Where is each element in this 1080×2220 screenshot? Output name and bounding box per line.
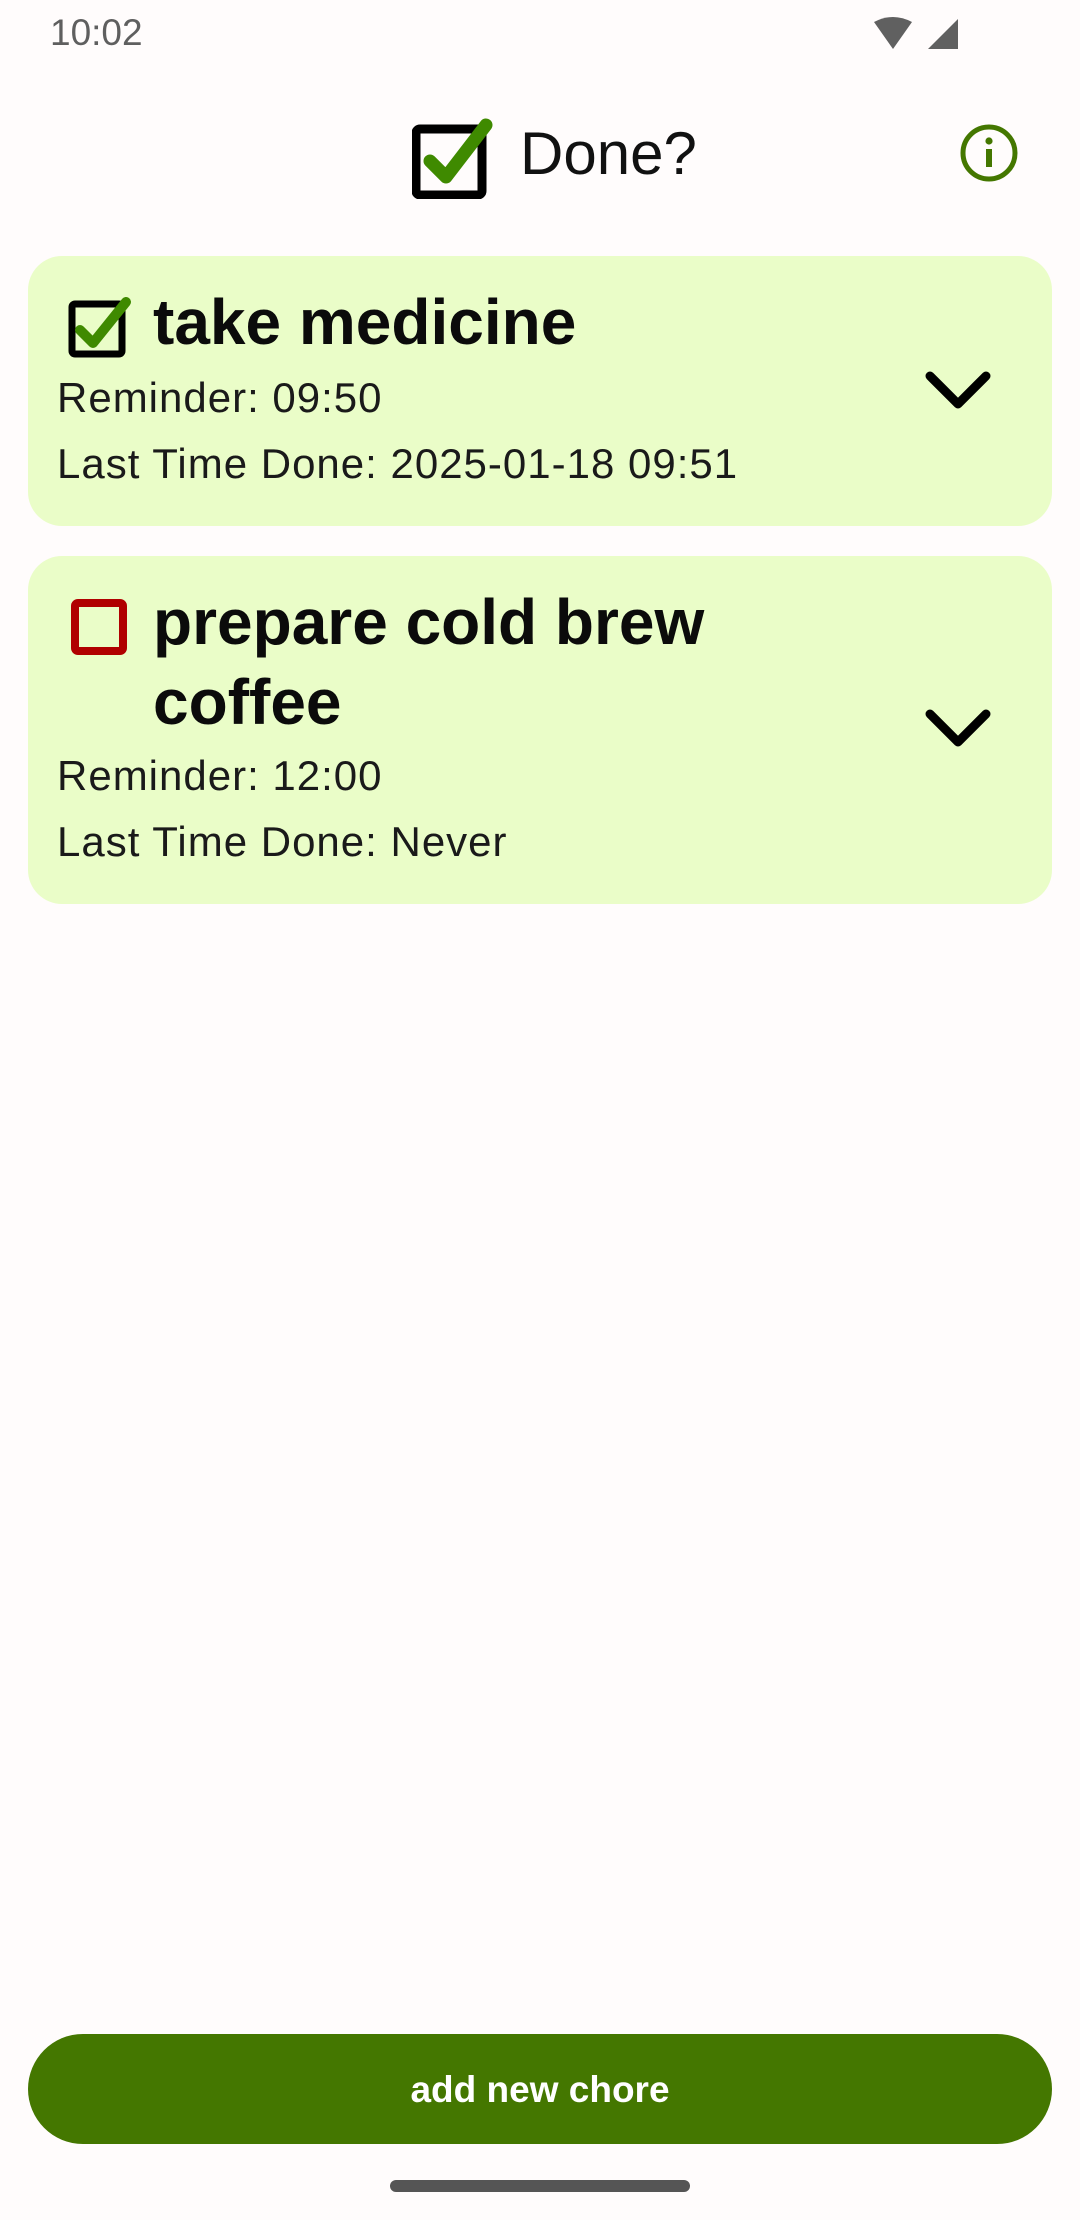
screen: 10:02 Done? take medicine Reminder: 09:5… (0, 0, 1080, 2220)
chore-card[interactable]: take medicine Reminder: 09:50 Last Time … (28, 256, 1052, 526)
chevron-down-icon[interactable] (916, 362, 1000, 422)
chore-reminder: Reminder: 09:50 (57, 374, 383, 421)
chore-last-done: Last Time Done: 2025-01-18 09:51 (57, 440, 739, 487)
checked-box-icon (412, 118, 493, 199)
status-bar: 10:02 (0, 0, 1080, 70)
chore-reminder: Reminder: 12:00 (57, 752, 383, 799)
status-icons (872, 16, 962, 52)
chore-title: take medicine (153, 286, 577, 358)
home-indicator[interactable] (390, 2180, 690, 2192)
chevron-down-icon[interactable] (916, 700, 1000, 760)
info-icon[interactable] (958, 122, 1020, 184)
page-title: Done? (520, 120, 697, 187)
checked-box-icon[interactable] (66, 294, 132, 360)
add-new-chore-button[interactable]: add new chore (28, 2034, 1052, 2144)
wifi-icon (874, 17, 958, 49)
status-time: 10:02 (50, 12, 143, 53)
chore-title: prepare cold brew coffee (153, 586, 705, 738)
app-header: Done? (0, 95, 1080, 215)
unchecked-box-icon[interactable] (66, 594, 132, 660)
chore-last-done: Last Time Done: Never (57, 818, 508, 865)
signal-icon (928, 19, 958, 49)
chore-card[interactable]: prepare cold brew coffee Reminder: 12:00… (28, 556, 1052, 904)
